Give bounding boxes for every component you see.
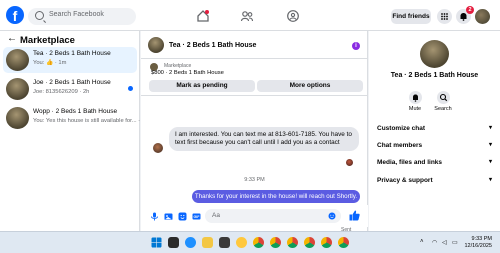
- details-listing-photo[interactable]: [420, 40, 449, 68]
- message-placeholder: Aa: [212, 212, 220, 219]
- back-arrow-icon[interactable]: ←: [7, 33, 17, 44]
- groups-icon[interactable]: [286, 9, 300, 23]
- speaker-icon[interactable]: ◁: [442, 239, 447, 246]
- chevron-down-icon: ▾: [488, 142, 492, 148]
- chevron-down-icon: ▾: [488, 125, 492, 131]
- mute-label: Mute: [408, 106, 422, 112]
- find-friends-button[interactable]: Find friends: [391, 9, 431, 24]
- conversation-item[interactable]: Wopp · 2 Beds 1 Bath House You: Yes this…: [3, 105, 148, 131]
- sticker-icon[interactable]: [178, 212, 187, 221]
- chat-members-section[interactable]: Chat members ▾: [377, 142, 492, 149]
- message-input[interactable]: Aa: [205, 209, 341, 223]
- listing-thumbnail: [6, 78, 29, 100]
- search-icon: [436, 91, 450, 104]
- listing-source-label: Marketplace: [164, 63, 192, 69]
- listing-thumbnail: [6, 107, 29, 129]
- chevron-up-icon[interactable]: ˄: [420, 239, 424, 245]
- menu-grid-button[interactable]: [437, 9, 452, 24]
- customize-chat-section[interactable]: Customize chat ▾: [377, 125, 492, 132]
- listing-price[interactable]: $800 · 2 Beds 1 Bath House: [151, 70, 224, 76]
- mark-as-pending-button[interactable]: Mark as pending: [149, 80, 255, 92]
- chat-thumbnail[interactable]: [148, 37, 164, 53]
- file-explorer-icon[interactable]: [202, 237, 213, 248]
- listing-summary: Marketplace $800 · 2 Beds 1 Bath House M…: [141, 60, 368, 96]
- chrome-icon[interactable]: [236, 237, 247, 248]
- details-title: Tea · 2 Beds 1 Bath House: [390, 72, 479, 79]
- conversation-item[interactable]: Joe · 2 Beds 1 Bath House Joe: 813562620…: [3, 76, 137, 102]
- media-files-links-section[interactable]: Media, files and links ▾: [377, 159, 492, 166]
- friends-icon[interactable]: [240, 9, 254, 23]
- chrome-icon[interactable]: [270, 237, 281, 248]
- incoming-message: I am interested. You can text me at 813-…: [169, 127, 359, 152]
- search-input[interactable]: Search Facebook: [28, 8, 136, 25]
- chat-header: Tea · 2 Beds 1 Bath House i: [141, 31, 368, 59]
- more-options-button[interactable]: More options: [257, 80, 363, 92]
- home-icon[interactable]: [196, 9, 210, 23]
- sender-avatar[interactable]: [153, 143, 163, 153]
- section-label: Chat members: [377, 142, 423, 149]
- section-label: Customize chat: [377, 125, 426, 132]
- chevron-down-icon: ▾: [488, 177, 492, 183]
- chrome-icon[interactable]: [287, 237, 298, 248]
- windows-taskbar: ˄ ◠ ◁ ▭ 9:33 PM 12/16/2025: [0, 231, 500, 253]
- conversation-details-panel: Tea · 2 Beds 1 Bath House Mute Search Cu…: [369, 31, 500, 231]
- notification-badge: 2: [466, 6, 474, 14]
- bell-icon: [408, 91, 422, 104]
- conversation-item[interactable]: Tea · 2 Beds 1 Bath House You: 👍 · 1m: [3, 47, 137, 73]
- task-view-icon[interactable]: [168, 237, 179, 248]
- privacy-support-section[interactable]: Privacy & support ▾: [377, 177, 492, 184]
- mute-button[interactable]: Mute: [405, 91, 425, 112]
- marketplace-heading: Marketplace: [20, 35, 75, 46]
- search-placeholder: Search Facebook: [49, 11, 104, 18]
- battery-icon[interactable]: ▭: [452, 239, 458, 246]
- chevron-down-icon: ▾: [488, 159, 492, 165]
- info-icon[interactable]: i: [352, 42, 360, 50]
- search-label: Search: [434, 106, 452, 112]
- chrome-icon[interactable]: [321, 237, 332, 248]
- microphone-icon[interactable]: [150, 212, 159, 221]
- gif-icon[interactable]: GIF: [192, 212, 201, 221]
- clock-time: 9:33 PM: [471, 236, 492, 242]
- chrome-icon[interactable]: [338, 237, 349, 248]
- emoji-icon[interactable]: [328, 212, 336, 220]
- conversation-title: Joe · 2 Beds 1 Bath House: [33, 79, 111, 86]
- svg-text:GIF: GIF: [194, 215, 201, 219]
- chrome-icon[interactable]: [304, 237, 315, 248]
- profile-avatar[interactable]: [475, 9, 490, 24]
- outgoing-message: Thanks for your interest in the house! w…: [192, 190, 360, 203]
- clock-date: 12/16/2025: [464, 243, 492, 249]
- edge-browser-icon[interactable]: [185, 237, 196, 248]
- message-timestamp: 9:33 PM: [244, 177, 265, 183]
- wifi-icon[interactable]: ◠: [432, 239, 437, 246]
- conversation-preview: You: 👍 · 1m: [33, 60, 67, 66]
- section-label: Media, files and links: [377, 159, 443, 166]
- facebook-logo[interactable]: f: [6, 6, 24, 24]
- chrome-icon[interactable]: [253, 237, 264, 248]
- unread-indicator: [128, 86, 133, 91]
- chat-title[interactable]: Tea · 2 Beds 1 Bath House: [169, 42, 256, 49]
- search-conversation-button[interactable]: Search: [433, 91, 453, 112]
- notifications-button[interactable]: 2: [456, 6, 474, 24]
- store-icon[interactable]: [219, 237, 230, 248]
- seen-avatar: [346, 159, 353, 166]
- conversation-preview: You: Yes this house is still available f…: [33, 118, 149, 124]
- section-label: Privacy & support: [377, 177, 433, 184]
- marketplace-conversation-list: ← Marketplace Tea · 2 Beds 1 Bath House …: [0, 31, 148, 231]
- top-bar: f Search Facebook Find friends 2: [0, 0, 500, 31]
- conversation-title: Wopp · 2 Beds 1 Bath House: [33, 108, 118, 115]
- conversation-preview: Joe: 8135626209 · 2h: [33, 89, 90, 95]
- windows-start-icon[interactable]: [151, 237, 162, 248]
- photo-icon[interactable]: [164, 212, 173, 221]
- grid-icon: [441, 13, 448, 20]
- system-clock[interactable]: 9:33 PM 12/16/2025: [464, 236, 492, 250]
- like-icon[interactable]: [349, 210, 360, 221]
- chat-panel: Tea · 2 Beds 1 Bath House i Marketplace …: [141, 31, 368, 233]
- listing-thumbnail: [6, 49, 29, 71]
- search-icon: [35, 11, 44, 20]
- message-composer: GIF Aa: [141, 205, 368, 227]
- conversation-title: Tea · 2 Beds 1 Bath House: [33, 50, 111, 57]
